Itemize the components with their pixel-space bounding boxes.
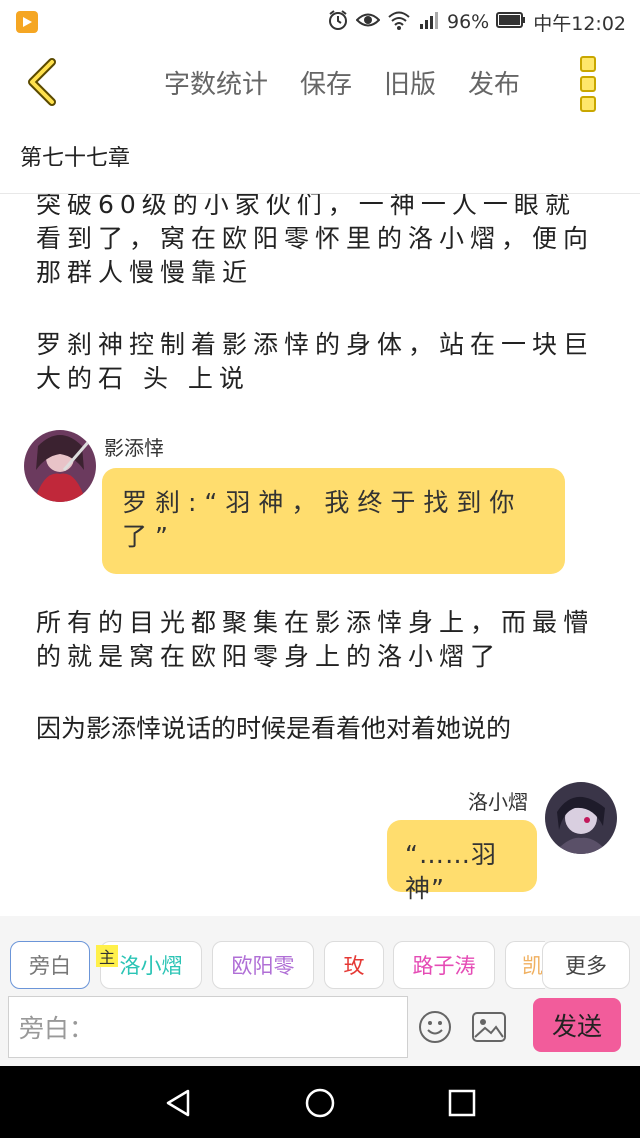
character-chip-mei[interactable]: 玫 <box>324 941 384 989</box>
home-nav-icon[interactable] <box>304 1087 336 1123</box>
chevron-left-icon <box>28 58 56 106</box>
publish-button[interactable]: 发布 <box>468 64 520 101</box>
eye-icon <box>355 11 381 34</box>
alarm-icon <box>327 9 349 36</box>
character-chip-luzitao[interactable]: 路子涛 <box>393 941 495 989</box>
back-nav-icon[interactable] <box>164 1088 192 1122</box>
chip-label: 洛小熠 <box>119 954 183 978</box>
chip-label: 路子涛 <box>412 954 476 978</box>
chip-label: 旁白 <box>29 954 71 978</box>
battery-icon <box>496 11 526 34</box>
toolbar-actions: 字数统计 保存 旧版 发布 <box>164 64 520 101</box>
character-chip-kai[interactable]: 凯 <box>505 941 545 989</box>
status-icons: 96% 中午12:02 <box>327 8 626 36</box>
more-menu-icon[interactable] <box>577 56 601 112</box>
story-content[interactable]: 突破60级的小家伙们，一神一人一眼就看到了，窝在欧阳零怀里的洛小熠，便向那群人慢… <box>0 194 640 916</box>
narration-paragraph[interactable]: 所有的目光都聚集在影添悻身上，而最懵的就是窝在欧阳零身上的洛小熠了 <box>36 606 604 674</box>
avatar-luoxiaoyi[interactable] <box>545 782 617 854</box>
chip-label: 玫 <box>343 954 365 978</box>
speaker-name: 洛小熠 <box>468 790 528 814</box>
app-notification-icon <box>16 11 38 33</box>
message-input[interactable]: 旁白： <box>8 996 408 1058</box>
back-button[interactable] <box>22 58 66 106</box>
input-bar: 旁白： 发送 <box>0 994 640 1066</box>
main-character-badge: 主 <box>96 945 118 967</box>
status-bar: 96% 中午12:02 <box>0 0 640 44</box>
speaker-name: 影添悻 <box>104 436 164 460</box>
battery-percent: 96% <box>447 11 490 33</box>
chip-label: 凯 <box>522 954 543 978</box>
chip-label: 欧阳零 <box>231 954 295 978</box>
narration-paragraph[interactable]: 突破60级的小家伙们，一神一人一眼就看到了，窝在欧阳零怀里的洛小熠，便向那群人慢… <box>36 194 604 290</box>
character-chip-narrator[interactable]: 旁白 <box>10 941 90 989</box>
old-version-button[interactable]: 旧版 <box>384 64 436 101</box>
chip-label: 更多 <box>565 954 607 978</box>
system-navigation-bar <box>0 1066 640 1138</box>
clock: 中午12:02 <box>533 12 626 35</box>
cellular-signal-icon <box>418 9 440 36</box>
wifi-icon <box>387 10 411 35</box>
character-chip-ouyangling[interactable]: 欧阳零 <box>212 941 314 989</box>
narration-paragraph[interactable]: 因为影添悻说话的时候是看着他对着她说的 <box>36 712 604 746</box>
word-count-button[interactable]: 字数统计 <box>164 64 268 101</box>
chapter-title[interactable]: 第七十七章 <box>20 140 130 172</box>
emoji-icon[interactable] <box>418 1010 452 1048</box>
recents-nav-icon[interactable] <box>448 1089 476 1121</box>
narration-paragraph[interactable]: 罗刹神控制着影添悻的身体，站在一块巨大的石 头 上说 <box>36 328 604 396</box>
avatar-yingtianxing[interactable] <box>24 430 96 502</box>
more-characters-button[interactable]: 更多 <box>542 941 630 989</box>
input-placeholder: 旁白： <box>19 1014 95 1043</box>
image-icon[interactable] <box>472 1012 506 1046</box>
save-button[interactable]: 保存 <box>300 64 352 101</box>
send-button[interactable]: 发送 <box>533 998 621 1052</box>
dialogue-bubble[interactable]: 罗刹:“羽神，我终于找到你了” <box>102 468 565 574</box>
dialogue-bubble[interactable]: “……羽神” <box>387 820 537 903</box>
editor-toolbar: 字数统计 保存 旧版 发布 <box>0 44 640 124</box>
